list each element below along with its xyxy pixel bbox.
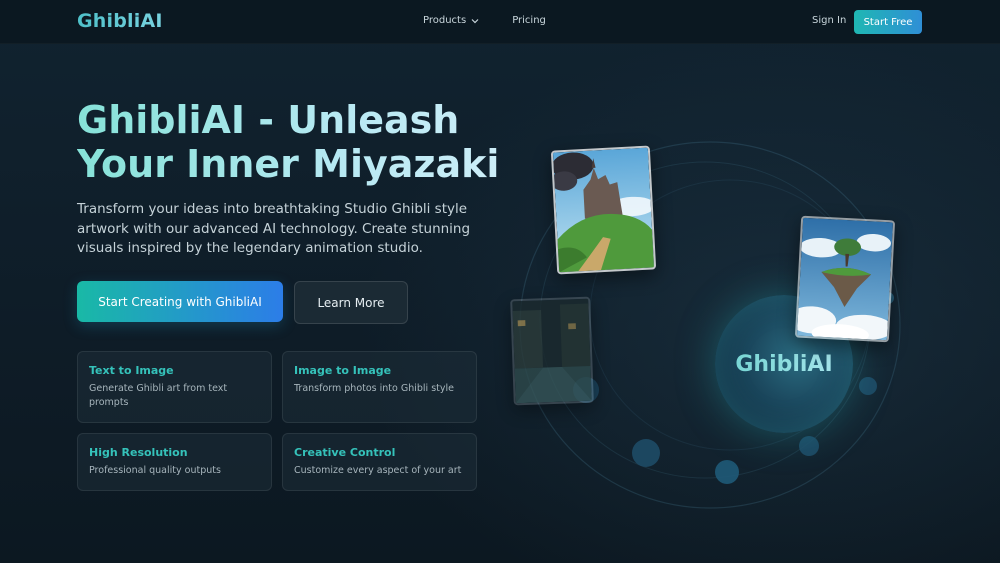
feature-card-text-to-image: Text to Image Generate Ghibli art from t… <box>77 351 272 423</box>
feature-title: Text to Image <box>89 364 174 377</box>
orb-label: GhibliAI <box>735 351 833 377</box>
castle-on-hill-image <box>550 145 657 275</box>
feature-description: Professional quality outputs <box>89 465 221 476</box>
orbit-dot <box>799 436 819 456</box>
feature-title: Creative Control <box>294 446 396 459</box>
feature-description: Generate Ghibli art from text prompts <box>89 383 228 408</box>
feature-title: Image to Image <box>294 364 392 377</box>
start-creating-button[interactable]: Start Creating with GhibliAI <box>77 281 283 322</box>
orbit-dot <box>859 377 877 395</box>
nav-links: Products Pricing <box>423 15 546 26</box>
hero-title: GhibliAI - Unleash Your Inner Miyazaki <box>77 98 517 186</box>
night-street-image <box>510 296 594 406</box>
feature-description: Transform photos into Ghibli style <box>294 383 454 394</box>
feature-card-creative-control: Creative Control Customize every aspect … <box>282 433 477 491</box>
nav-products[interactable]: Products <box>423 15 480 26</box>
logo[interactable]: GhibliAI <box>77 10 163 32</box>
hero-showcase: GhibliAI <box>500 110 920 530</box>
feature-card-image-to-image: Image to Image Transform photos into Ghi… <box>282 351 477 423</box>
hero-subtitle: Transform your ideas into breathtaking S… <box>77 201 471 256</box>
feature-description: Customize every aspect of your art <box>294 465 462 476</box>
feature-title: High Resolution <box>89 446 188 459</box>
start-free-button[interactable]: Start Free <box>854 10 922 34</box>
orbit-dot <box>632 439 660 467</box>
nav-pricing[interactable]: Pricing <box>512 15 546 26</box>
sign-in-link[interactable]: Sign In <box>812 15 846 26</box>
floating-island-image <box>794 215 896 343</box>
chevron-down-icon <box>471 18 479 23</box>
nav-products-label: Products <box>423 15 467 26</box>
orbit-dot <box>715 460 739 484</box>
feature-card-high-resolution: High Resolution Professional quality out… <box>77 433 272 491</box>
learn-more-button[interactable]: Learn More <box>294 281 408 324</box>
nav-pricing-label: Pricing <box>512 15 546 26</box>
top-nav: GhibliAI Products Pricing Sign In Start … <box>0 0 1000 44</box>
